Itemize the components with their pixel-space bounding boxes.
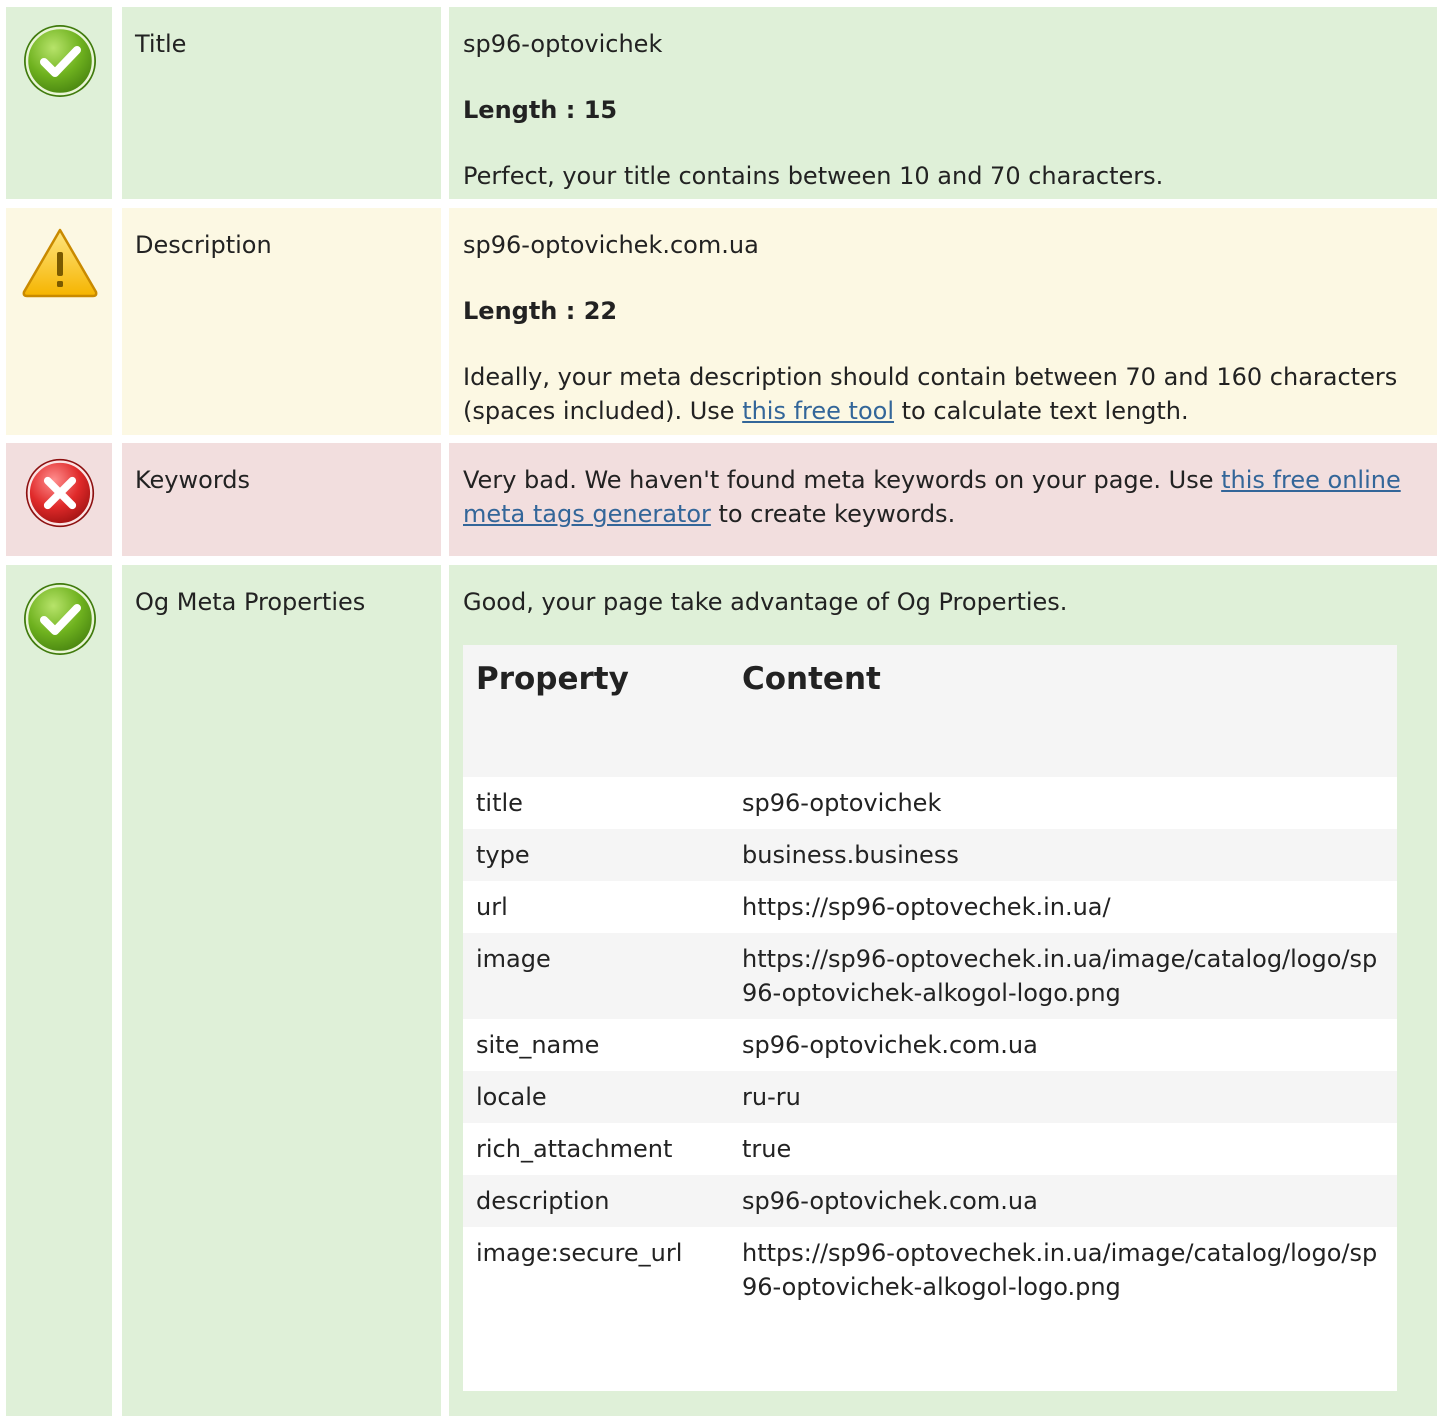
og-property-name: image — [463, 933, 729, 1019]
row-label: Og Meta Properties — [135, 588, 366, 616]
og-property-content: sp96-optovichek.com.ua — [729, 1019, 1397, 1071]
row-label: Title — [135, 30, 187, 58]
seo-row-og-properties: Og Meta Properties Good, your page take … — [0, 565, 1446, 1416]
seo-row-keywords: Keywords Very bad. We haven't found meta… — [0, 443, 1446, 556]
keywords-message: Very bad. We haven't found meta keywords… — [463, 466, 1401, 528]
seo-row-description: Description sp96-optovichek.com.ua Lengt… — [0, 208, 1446, 435]
status-cell — [6, 565, 112, 1416]
og-property-name: locale — [463, 1071, 729, 1123]
title-value: sp96-optovichek — [463, 30, 663, 58]
og-property-name: title — [463, 777, 729, 829]
description-message: Ideally, your meta description should co… — [463, 363, 1398, 425]
body-cell: Good, your page take advantage of Og Pro… — [449, 565, 1437, 1416]
table-row: site_name sp96-optovichek.com.ua — [463, 1019, 1397, 1071]
title-length: Length : 15 — [463, 96, 618, 124]
column-header-property: Property — [463, 645, 729, 777]
og-property-content: sp96-optovichek.com.ua — [729, 1175, 1397, 1227]
row-label: Description — [135, 231, 272, 259]
check-circle-icon — [24, 583, 96, 655]
og-property-content: https://sp96-optovechek.in.ua/image/cata… — [729, 1227, 1397, 1313]
table-row: title sp96-optovichek — [463, 777, 1397, 829]
og-property-content: true — [729, 1123, 1397, 1175]
warning-triangle-icon — [22, 228, 98, 298]
title-message: Perfect, your title contains between 10 … — [463, 162, 1164, 190]
status-cell — [6, 208, 112, 435]
og-property-name: type — [463, 829, 729, 881]
column-header-content: Content — [729, 645, 1397, 777]
og-property-name: site_name — [463, 1019, 729, 1071]
table-row: image:secure_url https://sp96-optovechek.… — [463, 1227, 1397, 1313]
table-row: type business.business — [463, 829, 1397, 881]
og-property-content: business.business — [729, 829, 1397, 881]
label-cell: Keywords — [122, 443, 441, 556]
og-properties-table: Property Content title sp96-optovichek typ… — [463, 645, 1397, 1391]
status-cell — [6, 7, 112, 199]
body-cell: sp96-optovichek Length : 15 Perfect, you… — [449, 7, 1437, 199]
label-cell: Description — [122, 208, 441, 435]
error-x-circle-icon — [25, 458, 95, 528]
seo-row-title: Title sp96-optovichek Length : 15 Perfec… — [0, 7, 1446, 199]
og-property-name: image:secure_url — [463, 1227, 729, 1313]
check-circle-icon — [24, 25, 96, 97]
og-property-name: description — [463, 1175, 729, 1227]
og-property-name: rich_attachment — [463, 1123, 729, 1175]
og-property-name: url — [463, 881, 729, 933]
label-cell: Og Meta Properties — [122, 565, 441, 1416]
status-cell — [6, 443, 112, 556]
body-cell: Very bad. We haven't found meta keywords… — [449, 443, 1437, 556]
table-row: image https://sp96-optovechek.in.ua/image… — [463, 933, 1397, 1019]
row-label: Keywords — [135, 466, 251, 494]
og-property-content: ru-ru — [729, 1071, 1397, 1123]
table-row: url https://sp96-optovechek.in.ua/ — [463, 881, 1397, 933]
table-spacer-row — [463, 1313, 1397, 1391]
table-row: rich_attachment true — [463, 1123, 1397, 1175]
label-cell: Title — [122, 7, 441, 199]
body-cell: sp96-optovichek.com.ua Length : 22 Ideal… — [449, 208, 1437, 435]
free-tool-link[interactable]: this free tool — [742, 397, 894, 425]
og-property-content: https://sp96-optovechek.in.ua/ — [729, 881, 1397, 933]
description-value: sp96-optovichek.com.ua — [463, 231, 759, 259]
table-header-row: Property Content — [463, 645, 1397, 777]
description-length: Length : 22 — [463, 297, 618, 325]
og-property-content: sp96-optovichek — [729, 777, 1397, 829]
og-property-content: https://sp96-optovechek.in.ua/image/cata… — [729, 933, 1397, 1019]
table-row: locale ru-ru — [463, 1071, 1397, 1123]
og-message: Good, your page take advantage of Og Pro… — [463, 588, 1068, 616]
table-spacer-cell — [463, 1313, 1397, 1391]
table-row: description sp96-optovichek.com.ua — [463, 1175, 1397, 1227]
